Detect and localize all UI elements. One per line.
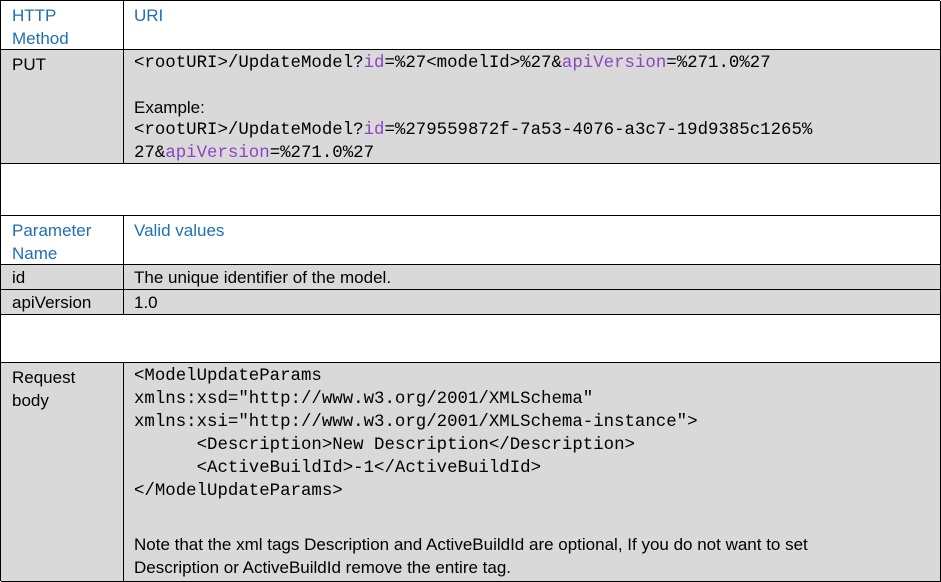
example-uri: <rootURI>/UpdateModel?id=%279559872f-7a5… [134, 119, 812, 165]
spacer-row-2 [1, 315, 941, 363]
param-name: id [12, 268, 26, 287]
example-param-id: id [363, 121, 385, 140]
header-cell-valid-values: Valid values [124, 216, 941, 265]
request-body-cell: <ModelUpdateParams xmlns:xsd="http://www… [124, 363, 941, 582]
example-param-apiversion: apiVersion [165, 144, 270, 163]
request-body-note: Note that the xml tags Description and A… [134, 535, 808, 577]
header-row-method: HTTP Method URI [1, 1, 941, 50]
param-name-cell: apiVersion [1, 290, 124, 315]
example-part: =%271.0%27 [269, 144, 375, 163]
header-cell-param-name: Parameter Name [1, 216, 124, 265]
request-body-xml: <ModelUpdateParams xmlns:xsd="http://www… [134, 367, 698, 501]
header-cell-uri: URI [124, 1, 941, 50]
param-value: The unique identifier of the model. [134, 268, 392, 287]
example-part: 27& [134, 144, 166, 163]
header-http-method: HTTP Method [12, 6, 69, 48]
header-valid-values: Valid values [134, 221, 225, 240]
param-row-apiversion: apiVersion 1.0 [1, 290, 941, 315]
spacer-cell [1, 164, 941, 216]
uri-template: <rootURI>/UpdateModel?id=%27<modelId>%27… [134, 52, 771, 75]
method-cell: PUT [1, 50, 124, 164]
api-reference-table: HTTP Method URI PUT <rootURI>/UpdateMode… [0, 0, 941, 582]
param-value-cell: 1.0 [124, 290, 941, 315]
uri-part: =%271.0%27 [666, 54, 771, 73]
param-row-id: id The unique identifier of the model. [1, 265, 941, 290]
example-label: Example: [134, 98, 205, 117]
uri-param-id: id [363, 54, 385, 73]
request-body-row: Request body <ModelUpdateParams xmlns:xs… [1, 363, 941, 582]
uri-cell: <rootURI>/UpdateModel?id=%27<modelId>%27… [124, 50, 941, 164]
example-part: <rootURI>/UpdateModel? [134, 121, 364, 140]
param-value-cell: The unique identifier of the model. [124, 265, 941, 290]
request-body-label-cell: Request body [1, 363, 124, 582]
http-verb: PUT [12, 55, 46, 74]
spacer-row-1 [1, 164, 941, 216]
param-name: apiVersion [12, 293, 92, 312]
header-row-params: Parameter Name Valid values [1, 216, 941, 265]
spacer-cell [1, 315, 941, 363]
method-row: PUT <rootURI>/UpdateModel?id=%27<modelId… [1, 50, 941, 164]
request-body-label: Request body [12, 368, 76, 410]
uri-part: <rootURI>/UpdateModel? [134, 54, 364, 73]
uri-part: =%27<modelId>%27& [384, 54, 562, 73]
header-parameter-name: Parameter Name [12, 221, 92, 263]
uri-param-apiversion: apiVersion [561, 54, 667, 73]
header-uri: URI [134, 6, 164, 25]
param-value: 1.0 [134, 293, 158, 312]
param-name-cell: id [1, 265, 124, 290]
example-part: =%279559872f-7a53-4076-a3c7-19d9385c1265… [384, 121, 813, 140]
header-cell-http-method: HTTP Method [1, 1, 124, 50]
